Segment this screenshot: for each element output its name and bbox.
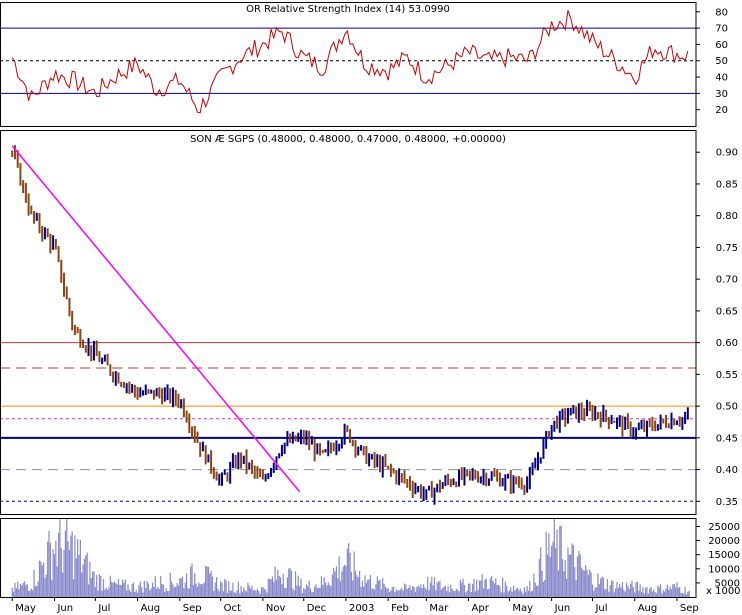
rsi-panel: OR Relative Strength Index (14) 53.0990 … (0, 4, 728, 116)
price-tick-label: 0.60 (716, 338, 738, 349)
x-tick-label: Apr (472, 603, 490, 614)
x-tick-label: Jun (56, 603, 73, 614)
price-tick-label: 0.65 (716, 306, 738, 317)
x-tick-label: Mar (429, 603, 449, 614)
x-tick-label: Jul (97, 603, 110, 614)
volume-unit-label: x 1000 (706, 586, 741, 597)
price-tick-label: 0.85 (716, 179, 738, 190)
x-tick-label: Feb (391, 603, 409, 614)
x-tick-label: Sep (680, 603, 699, 614)
volume-tick-label: 15000 (708, 550, 740, 561)
stock-chart: OR Relative Strength Index (14) 53.0990 … (0, 2, 741, 614)
price-panel: SON Æ SGPS (0.48000, 0.48000, 0.47000, 0… (0, 134, 738, 508)
price-tick-label: 0.80 (716, 211, 738, 222)
rsi-tick-label: 50 (715, 56, 728, 67)
rsi-tick-label: 40 (715, 73, 728, 84)
rsi-tick-label: 80 (715, 7, 728, 18)
volume-tick-label: 20000 (708, 536, 740, 547)
price-tick-label: 0.35 (716, 497, 738, 508)
x-tick-label: May (15, 603, 36, 614)
x-tick-label: Jul (594, 603, 607, 614)
rsi-title: OR Relative Strength Index (14) 53.0990 (246, 4, 450, 15)
x-tick-label: Aug (141, 603, 161, 614)
panel-frame (0, 2, 697, 127)
rsi-tick-label: 60 (715, 40, 728, 51)
rsi-tick-label: 70 (715, 24, 728, 35)
price-tick-label: 0.40 (716, 465, 738, 476)
x-axis: May Jun Jul Aug Sep Oct Nov Dec 2003 Feb Mar Apr May… (11, 597, 699, 614)
price-tick-label: 0.75 (716, 243, 738, 254)
volume-tick-label: 25000 (708, 522, 740, 533)
x-tick-label: 2003 (349, 603, 374, 614)
x-tick-label: Sep (183, 603, 202, 614)
price-tick-label: 0.90 (716, 148, 738, 159)
rsi-tick-label: 30 (715, 89, 728, 100)
price-tick-label: 0.50 (716, 402, 738, 413)
x-tick-label: Aug (638, 603, 658, 614)
rsi-line (11, 10, 689, 114)
x-tick-label: May (512, 603, 533, 614)
x-tick-label: Dec (307, 603, 326, 614)
volume-panel: 500010000150002000025000 x 1000 (11, 518, 741, 597)
price-title: SON Æ SGPS (0.48000, 0.48000, 0.47000, 0… (190, 134, 506, 145)
rsi-tick-label: 20 (715, 105, 728, 116)
price-tick-label: 0.70 (716, 275, 738, 286)
panel-frames (0, 2, 697, 598)
volume-tick-label: 10000 (708, 564, 740, 575)
panel-frame (0, 130, 697, 515)
x-tick-label: Oct (224, 603, 241, 614)
x-tick-label: Nov (266, 603, 286, 614)
price-tick-label: 0.45 (716, 433, 738, 444)
price-tick-label: 0.55 (716, 370, 738, 381)
x-tick-label: Jun (554, 603, 571, 614)
trendline (11, 145, 301, 493)
